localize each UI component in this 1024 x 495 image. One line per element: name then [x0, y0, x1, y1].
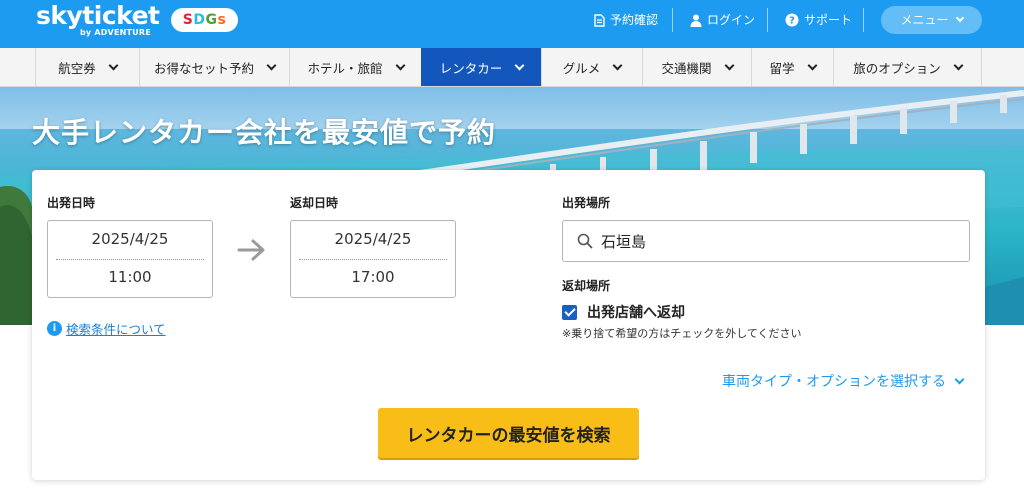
login-label: ログイン — [707, 13, 756, 27]
nav-item-rental-car[interactable]: レンタカー — [421, 48, 541, 86]
return-datetime-field[interactable]: 2025/4/25 17:00 — [290, 220, 456, 298]
chevron-down-icon — [955, 13, 964, 23]
search-conditions-label: 検索条件について — [66, 322, 166, 337]
info-icon: i — [47, 321, 62, 336]
nav-item-label: 交通機関 — [661, 60, 712, 76]
document-icon — [594, 13, 605, 27]
search-submit-button[interactable]: レンタカーの最安値を検索 — [378, 408, 639, 458]
chevron-down-icon — [108, 60, 119, 70]
logo-subtext: by ADVENTURE — [80, 28, 151, 37]
nav-item-transport[interactable]: 交通機関 — [642, 48, 751, 86]
sdgs-letter: s — [217, 12, 227, 28]
same-store-return-label: 出発店舗へ返却 — [587, 305, 685, 321]
nav-item-study-abroad[interactable]: 留学 — [751, 48, 833, 86]
departure-date: 2025/4/25 — [91, 230, 169, 248]
login-link[interactable]: ログイン — [690, 10, 755, 30]
nav-item-flights[interactable]: 航空券 — [35, 48, 139, 86]
support-link[interactable]: ? サポート — [785, 10, 852, 30]
chevron-down-icon — [266, 60, 277, 70]
sdgs-letter: G — [205, 12, 218, 28]
chevron-down-icon — [953, 60, 964, 70]
chevron-down-icon — [395, 60, 405, 70]
reservation-check-link[interactable]: 予約確認 — [594, 10, 658, 30]
departure-time: 11:00 — [108, 268, 152, 286]
menu-button[interactable]: メニュー — [881, 6, 982, 34]
datetime-divider — [56, 259, 204, 260]
chevron-down-icon — [724, 60, 734, 70]
chevron-down-icon — [514, 60, 525, 70]
datetime-divider — [299, 259, 447, 260]
nav-item-label: 旅のオプション — [853, 60, 941, 76]
sdgs-badge[interactable]: SDGs — [171, 8, 238, 32]
search-conditions-link[interactable]: i 検索条件について — [47, 319, 166, 338]
rental-car-search-form: 出発日時 2025/4/25 11:00 返却日時 2025/4/25 17:0… — [32, 170, 985, 480]
pickup-location-input[interactable]: 石垣島 — [562, 220, 970, 262]
chevron-down-icon — [954, 374, 965, 384]
nav-item-label: 航空券 — [58, 60, 96, 76]
nav-item-travel-options[interactable]: 旅のオプション — [833, 48, 982, 86]
skyticket-logo[interactable]: skyticket by ADVENTURE — [36, 1, 160, 38]
svg-text:?: ? — [789, 16, 795, 27]
chevron-down-icon — [612, 60, 623, 70]
departure-datetime-field[interactable]: 2025/4/25 11:00 — [47, 220, 213, 298]
hero-title: 大手レンタカー会社を最安値で予約 — [32, 116, 497, 149]
checkbox-checked-icon[interactable] — [562, 304, 577, 320]
same-store-return-checkbox[interactable]: 出発店舗へ返却 — [562, 302, 685, 322]
vehicle-options-toggle[interactable]: 車両タイプ・オプションを選択する — [722, 371, 965, 391]
dropoff-location-label: 返却場所 — [562, 279, 611, 293]
nav-item-label: レンタカー — [439, 60, 503, 76]
nav-item-gourmet[interactable]: グルメ — [541, 48, 642, 86]
sdgs-letter: S — [182, 12, 194, 28]
nav-item-label: 留学 — [769, 60, 795, 76]
header-divider — [767, 8, 768, 32]
departure-datetime-label: 出発日時 — [47, 196, 96, 210]
arrow-right-icon — [237, 239, 265, 261]
sdgs-letter: D — [193, 12, 206, 28]
pickup-location-value: 石垣島 — [601, 232, 647, 251]
return-date: 2025/4/25 — [334, 230, 412, 248]
help-circle-icon: ? — [785, 13, 799, 27]
dropoff-note: ※乗り捨て希望の方はチェックを外してください — [562, 327, 802, 340]
nav-item-label: ホテル・旅館 — [307, 60, 383, 76]
menu-label: メニュー — [900, 13, 949, 27]
support-label: サポート — [804, 13, 853, 27]
user-icon — [690, 14, 702, 27]
header-divider — [672, 8, 673, 32]
chevron-down-icon — [807, 60, 817, 70]
nav-item-label: グルメ — [562, 60, 601, 76]
search-icon — [577, 233, 593, 249]
nav-item-label: お得なセット予約 — [153, 60, 254, 76]
nav-item-package[interactable]: お得なセット予約 — [139, 48, 289, 86]
top-header: skyticket by ADVENTURE SDGs 予約確認 ログイン ? … — [0, 0, 1024, 48]
pickup-location-label: 出発場所 — [562, 196, 611, 210]
return-time: 17:00 — [351, 268, 395, 286]
reservation-check-label: 予約確認 — [610, 13, 659, 27]
vehicle-options-label: 車両タイプ・オプションを選択する — [722, 374, 946, 390]
nav-item-hotels[interactable]: ホテル・旅館 — [289, 48, 421, 86]
header-divider — [863, 8, 864, 32]
category-nav: 航空券 お得なセット予約 ホテル・旅館 レンタカー グルメ 交通機関 留学 旅の… — [0, 48, 1024, 87]
logo-text: skyticket — [36, 1, 160, 30]
return-datetime-label: 返却日時 — [290, 196, 339, 210]
